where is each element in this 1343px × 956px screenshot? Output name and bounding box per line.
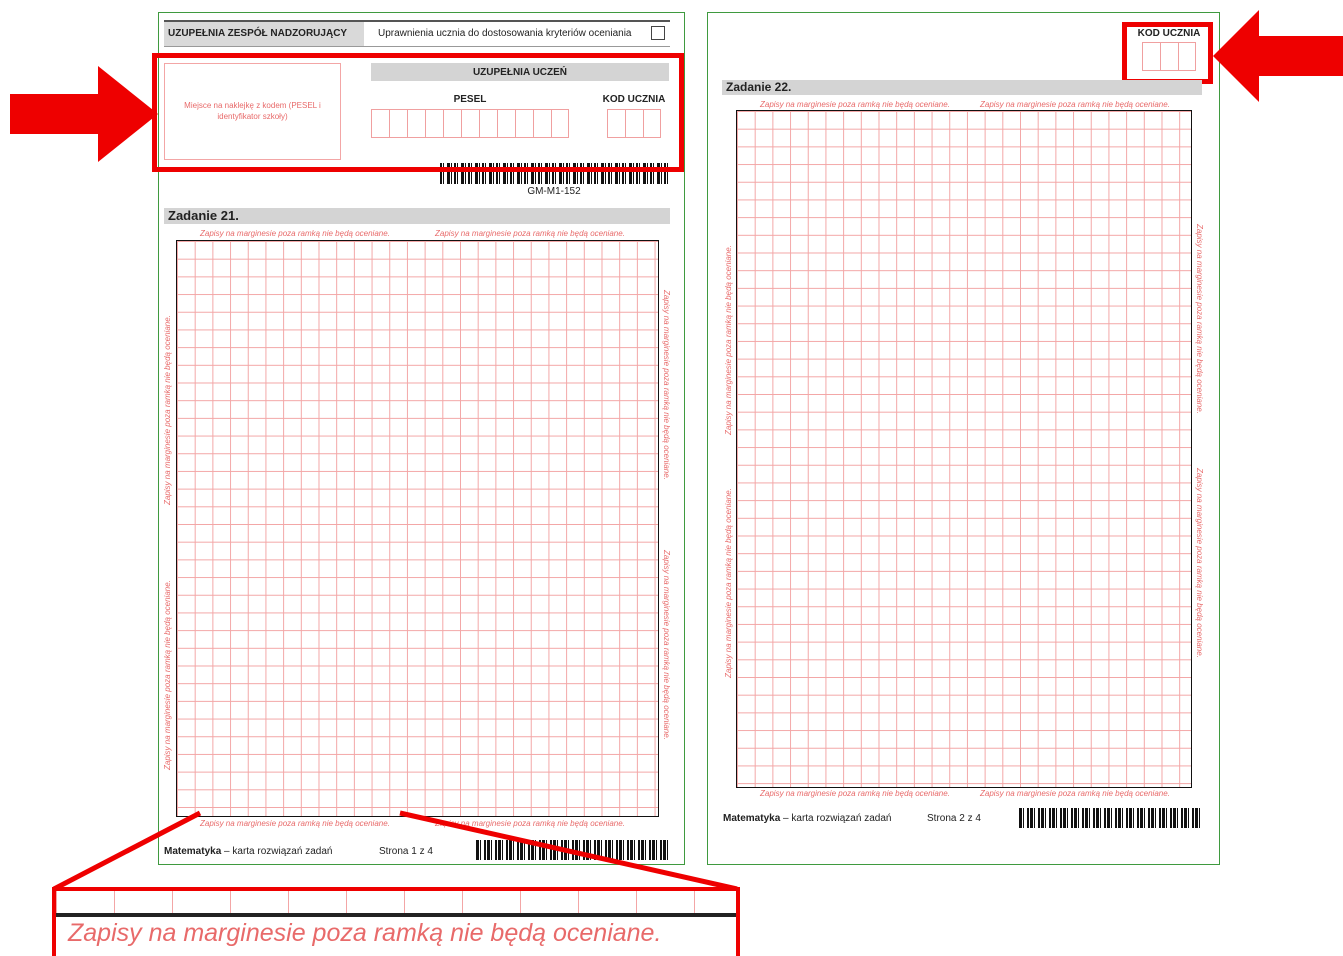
zoom-box: Zapisy na marginesie poza ramką nie będą… <box>52 887 740 956</box>
zoom-callout-lines <box>52 810 738 892</box>
zoom-grid-strip <box>56 891 736 913</box>
zoom-frame-line <box>56 913 736 917</box>
zoom-margin-note: Zapisy na marginesie poza ramką nie będą… <box>68 919 662 947</box>
